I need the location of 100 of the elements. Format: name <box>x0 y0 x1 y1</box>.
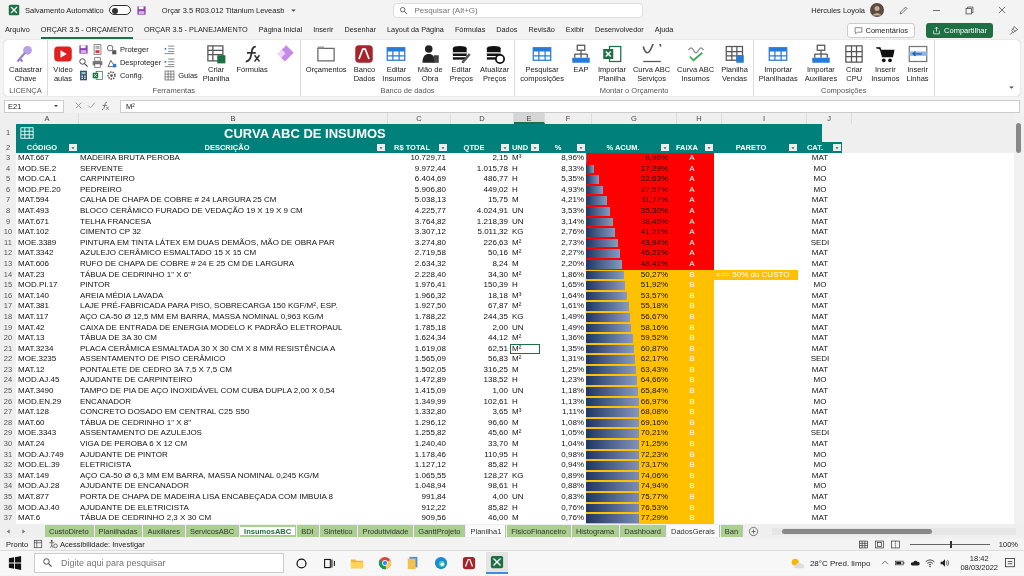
table-cell-text: ASSENTAMENTO DE PISO CERÂMICO <box>79 354 227 365</box>
table-cell: B <box>670 460 714 471</box>
ribbon-button[interactable] <box>77 43 89 55</box>
table-cell-text: 0,83% <box>560 492 585 503</box>
table-cell-text: UN <box>511 386 525 397</box>
table-cell-text: MAT <box>810 322 830 334</box>
table-cell-text: MAT.3234 <box>17 343 55 355</box>
table-cell-text: 62,51 <box>486 343 509 355</box>
table-cell-text: 0,88% <box>560 481 585 492</box>
table-cell: 35,30% <box>638 205 670 217</box>
table-cell-text: MAT.24 <box>17 439 46 450</box>
table-cell-text: 1.565,09 <box>413 354 447 365</box>
db-pencil-icon <box>451 44 472 64</box>
page-layout-icon <box>873 538 885 550</box>
table-cell-text: MAT <box>810 248 830 259</box>
search-field[interactable]: Pesquisar (Alt+G) <box>393 2 644 18</box>
table-cell: 8,96% <box>643 153 670 164</box>
filter-icon <box>440 144 446 151</box>
autosave-toggle[interactable] <box>108 5 131 15</box>
table-cell: 68,08% <box>638 407 670 418</box>
ribbon-button[interactable] <box>91 56 103 68</box>
table-cell-text: MAT.23 <box>17 269 46 281</box>
swirl-icon <box>434 556 448 570</box>
table-cell-text: 1,08% <box>560 417 585 429</box>
ribbon-button[interactable] <box>91 69 103 81</box>
table-cell-text: 6.404,69 <box>413 174 447 185</box>
table-cell: 71,25% <box>638 439 670 450</box>
table-cell-text: M³ <box>511 407 523 418</box>
avatar[interactable] <box>870 3 884 17</box>
filter-dropdown-button[interactable] <box>789 144 797 151</box>
zoom-slider-thumb[interactable] <box>949 540 952 548</box>
cart-icon <box>875 44 896 64</box>
table-cell: A <box>670 248 714 259</box>
table-cell-text: MAT.60 <box>17 417 46 429</box>
table-cell: B <box>670 343 714 355</box>
table-cell: B <box>670 481 714 492</box>
ribbon-button[interactable] <box>91 43 103 55</box>
table-cell-text: MOD.SE.2 <box>17 163 58 175</box>
table-cell-text: MAT.3490 <box>17 386 55 397</box>
filter-dropdown-button[interactable] <box>69 144 77 151</box>
table-cell-text: MO <box>812 396 828 408</box>
filter-dropdown-button[interactable] <box>377 144 385 151</box>
filter-dropdown-button[interactable] <box>531 144 539 151</box>
table-cell: 74,06% <box>638 470 670 482</box>
table-cell-text: 1.788,22 <box>413 311 447 323</box>
filter-dropdown-button[interactable] <box>501 144 509 151</box>
filter-dropdown-button[interactable] <box>705 144 713 151</box>
ribbon-button[interactable] <box>77 56 89 68</box>
table-cell-text: LAJE PRÉ-FABRICADA PARA PISO, SOBRECARGA 150 KGF/M², ESP. <box>79 301 339 312</box>
table-cell-text: 1.349,99 <box>413 396 447 408</box>
circle-icon <box>294 556 308 570</box>
filter-dropdown-button[interactable] <box>439 144 447 151</box>
table-cell-text: H <box>511 396 519 408</box>
table-cell-text: MAT.381 <box>17 301 50 312</box>
table-cell-text: 46,00 <box>486 513 509 524</box>
sheet-icon <box>206 44 227 64</box>
table-cell-text: MO <box>812 449 828 461</box>
table-cell-text: TÁBUA DE CEDRINHO 2,3 X 30 CM <box>79 513 213 524</box>
table-cell: 58,16% <box>638 322 670 334</box>
table-cell-text: MAT.877 <box>17 492 50 503</box>
table-cell-text: MAT <box>810 407 830 418</box>
table-cell-text: 449,02 <box>482 184 509 196</box>
wifi-icon <box>925 558 936 568</box>
table-cell-text: 1.332,80 <box>413 407 447 418</box>
normal-view-icon <box>857 538 869 550</box>
table-cell-text: 1.976,41 <box>413 280 447 291</box>
filter-icon <box>834 144 840 151</box>
table-cell-text: MO <box>812 174 828 185</box>
table-cell-text: 1,04% <box>560 439 585 450</box>
table-cell-text: PINTURA EM TINTA LÁTEX EM DUAS DEMÃOS, MÃO DE OBRA PAR <box>79 237 336 248</box>
horizontal-scrollbar[interactable] <box>772 527 1016 535</box>
ribbon-button[interactable] <box>77 69 89 81</box>
table-cell-text: 8,96% <box>560 153 585 164</box>
table-cell: 55,18% <box>638 301 670 312</box>
table-cell: B <box>670 333 714 344</box>
filter-dropdown-button[interactable] <box>577 144 585 151</box>
table-cell-text: MO <box>812 460 828 471</box>
table-cell-text: H <box>511 184 519 196</box>
filter-dropdown-button[interactable] <box>833 144 841 151</box>
table-cell-text: M² <box>511 269 523 281</box>
table-small-icon <box>20 126 34 140</box>
table-cell-text: 1.927,50 <box>413 301 447 312</box>
search-icon <box>77 56 89 68</box>
table-cell-text: 2,73% <box>560 237 585 249</box>
table-icon <box>532 44 553 64</box>
table-cell: 69,16% <box>638 417 670 429</box>
filter-dropdown-button[interactable] <box>661 144 669 151</box>
table-cell-text: AÇO CA-50 Ø 6,3 MM EM BARRA, MASSA NOMINAL 0,245 KG/M <box>79 470 320 482</box>
table-cell: B <box>670 513 714 524</box>
chevron-up-icon <box>880 558 891 568</box>
weather-text: 28°C Pred. limpo <box>809 558 871 568</box>
table-cell-text: MAT.42 <box>17 322 46 334</box>
table-cell-text: MAT.493 <box>17 205 50 217</box>
table-cell-text: 44,12 <box>486 333 509 344</box>
taskbar-search-field[interactable]: Digite aqui para pesquisar <box>34 553 284 573</box>
table-cell-text: H <box>511 163 519 175</box>
table-cell-text: ENCANADOR <box>79 396 133 408</box>
table-cell-text: 3,65 <box>491 407 509 418</box>
table-cell-text: H <box>511 449 519 461</box>
filter-icon <box>70 144 76 151</box>
